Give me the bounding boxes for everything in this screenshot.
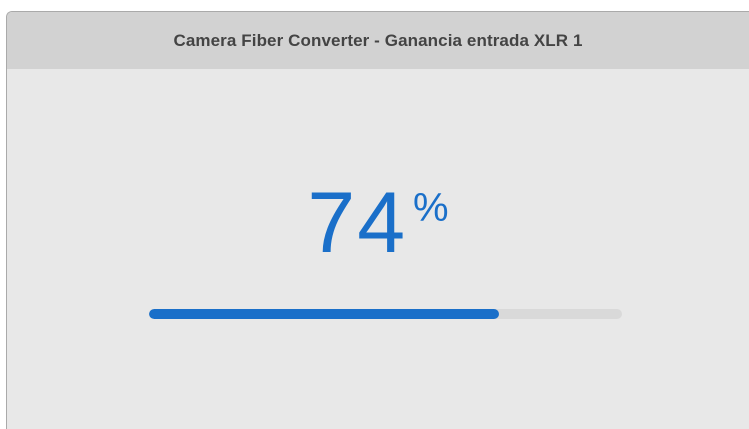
gain-window: Camera Fiber Converter - Ganancia entrad… xyxy=(6,11,749,429)
titlebar: Camera Fiber Converter - Ganancia entrad… xyxy=(7,12,749,69)
gain-value: 74 xyxy=(307,175,408,271)
gain-unit: % xyxy=(413,186,449,230)
window-title: Camera Fiber Converter - Ganancia entrad… xyxy=(173,30,583,50)
gain-level-slider[interactable] xyxy=(149,309,622,319)
gain-level-fill xyxy=(149,309,500,319)
gain-readout: 74 % xyxy=(7,180,749,266)
